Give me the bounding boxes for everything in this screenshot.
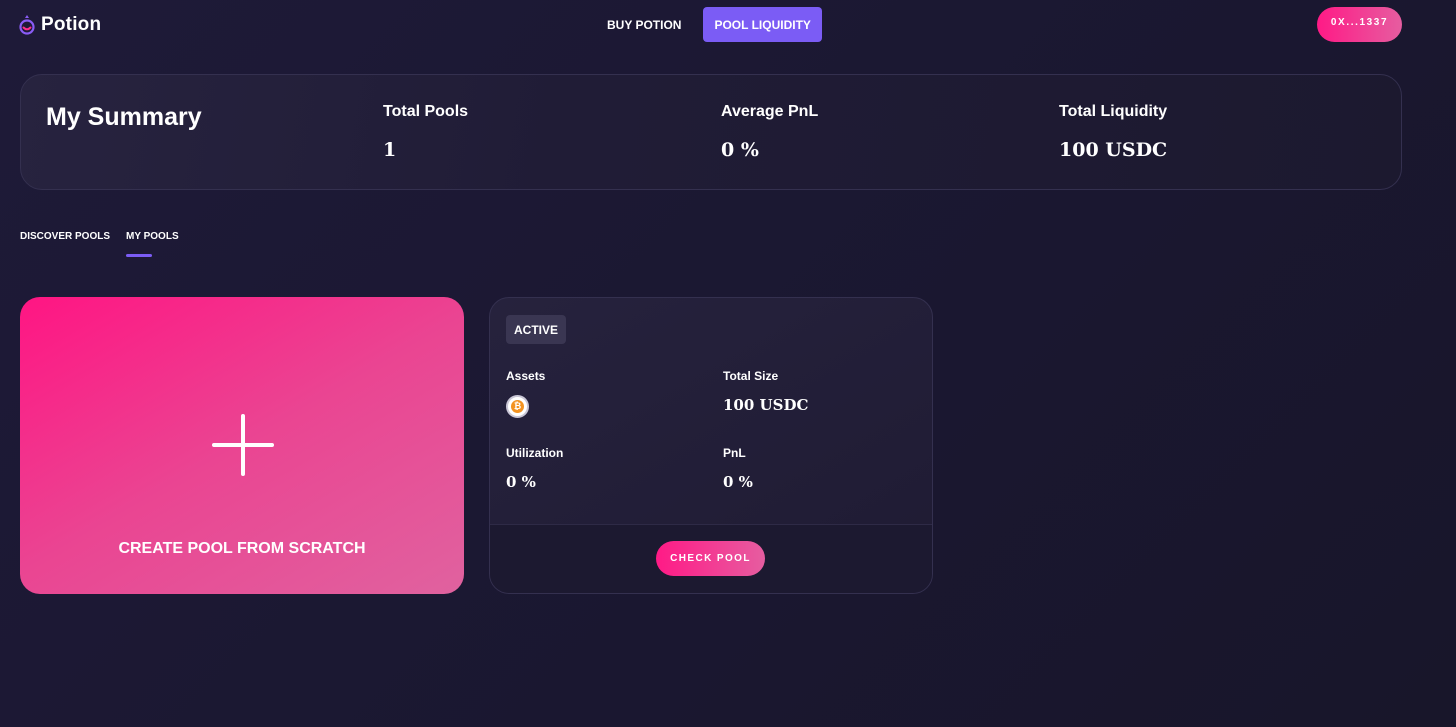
brand-name: Potion [41, 14, 102, 35]
create-pool-label: CREATE POOL FROM SCRATCH [118, 540, 366, 557]
create-pool-card[interactable]: CREATE POOL FROM SCRATCH [20, 297, 464, 594]
stat-value: 0 % [721, 139, 759, 161]
summary-title: My Summary [46, 103, 202, 131]
nav-pool-liquidity[interactable]: POOL LIQUIDITY [703, 7, 822, 42]
assets-label: Assets [506, 369, 546, 383]
stat-total-pools: Total Pools 1 [383, 103, 468, 161]
total-size-value: 100 USDC [723, 396, 809, 414]
tab-my-pools[interactable]: MY POOLS [126, 231, 179, 257]
pnl-label: PnL [723, 446, 746, 460]
utilization-field: Utilization 0 % [506, 446, 563, 491]
total-size-field: Total Size 100 USDC [723, 369, 808, 414]
nav-buy-potion[interactable]: BUY POTION [596, 7, 692, 42]
check-pool-button[interactable]: CHECK POOL [656, 541, 765, 576]
total-size-label: Total Size [723, 369, 779, 383]
stat-value: 1 [383, 139, 397, 161]
potion-logo-icon [19, 15, 35, 35]
pool-card-footer: CHECK POOL [490, 524, 932, 593]
stat-label: Average PnL [721, 103, 819, 120]
utilization-value: 0 % [506, 473, 536, 491]
stat-label: Total Pools [383, 103, 469, 120]
top-nav: BUY POTION POOL LIQUIDITY [596, 7, 822, 42]
stat-value: 100 USDC [1059, 139, 1168, 161]
stat-label: Total Liquidity [1059, 103, 1168, 120]
pnl-value: 0 % [723, 473, 753, 491]
wallet-button[interactable]: 0X...1337 [1317, 7, 1402, 42]
bitcoin-icon: ₿ [506, 395, 529, 418]
summary-panel: My Summary Total Pools 1 Average PnL 0 %… [20, 74, 1402, 190]
pool-tabs: DISCOVER POOLS MY POOLS [20, 231, 179, 257]
pool-card: ACTIVE Assets ₿ Total Size 100 USDC Util… [489, 297, 933, 594]
bitcoin-symbol: ₿ [511, 400, 524, 413]
stat-average-pnl: Average PnL 0 % [721, 103, 818, 161]
status-badge: ACTIVE [506, 315, 567, 344]
tab-discover-pools[interactable]: DISCOVER POOLS [20, 231, 110, 257]
pnl-field: PnL 0 % [723, 446, 753, 491]
brand-logo[interactable]: Potion [19, 14, 101, 36]
utilization-label: Utilization [506, 446, 564, 460]
plus-icon [212, 414, 274, 476]
stat-total-liquidity: Total Liquidity 100 USDC [1059, 103, 1167, 161]
assets-field: Assets ₿ [506, 369, 545, 418]
